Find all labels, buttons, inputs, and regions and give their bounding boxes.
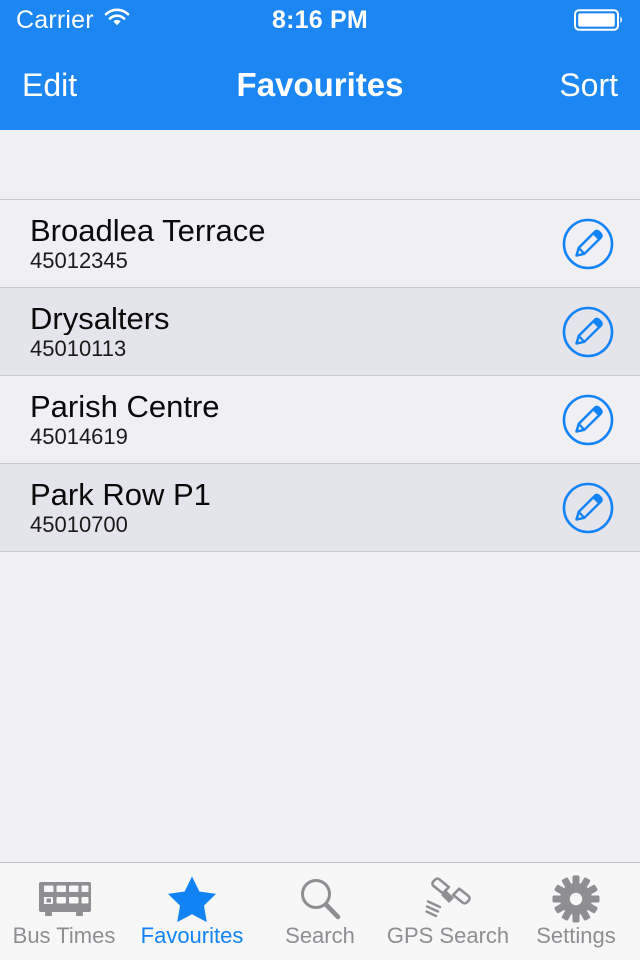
tab-favourites[interactable]: Favourites: [128, 863, 256, 960]
tab-label: GPS Search: [386, 923, 510, 948]
table-row[interactable]: Broadlea Terrace 45012345: [0, 200, 640, 288]
table-row[interactable]: Park Row P1 45010700: [0, 464, 640, 552]
edit-pencil-circle-icon[interactable]: [562, 306, 614, 358]
edit-pencil-circle-icon[interactable]: [562, 482, 614, 534]
carrier-label: Carrier: [16, 5, 94, 34]
star-icon: [167, 876, 217, 923]
tab-label: Search: [285, 923, 355, 948]
tab-search[interactable]: Search: [256, 863, 384, 960]
table-row[interactable]: Parish Centre 45014619: [0, 376, 640, 464]
page-title: Favourites: [236, 66, 404, 103]
edit-pencil-circle-icon[interactable]: [562, 394, 614, 446]
favourites-list[interactable]: Broadlea Terrace 45012345 Drysalters 450101…: [0, 200, 640, 552]
favourite-name: Broadlea Terrace: [30, 213, 266, 248]
favourite-stop-code: 45014619: [30, 424, 128, 450]
app-root: Carrier 8:16 PM Edit Favourites Sort Bro…: [0, 0, 640, 960]
tab-label: Settings: [536, 923, 616, 948]
status-bar-left: Carrier: [16, 5, 130, 34]
sort-button[interactable]: Sort: [559, 69, 618, 101]
tab-label: Favourites: [140, 923, 244, 948]
row-text-group: Broadlea Terrace 45012345: [30, 214, 562, 274]
favourite-name: Drysalters: [30, 301, 170, 336]
tab-gps-search[interactable]: GPS Search: [384, 863, 512, 960]
row-text-group: Parish Centre 45014619: [30, 390, 562, 450]
favourite-name: Parish Centre: [30, 389, 220, 424]
favourite-name: Park Row P1: [30, 477, 211, 512]
wifi-icon: [104, 8, 130, 32]
tab-label: Bus Times: [12, 923, 116, 948]
tab-bar: Bus Times Favourites Search GPS Search Setti…: [0, 862, 640, 960]
satellite-icon: [422, 876, 474, 922]
navigation-bar: Edit Favourites Sort: [0, 40, 640, 130]
list-header-spacer: [0, 130, 640, 200]
tab-bus-times[interactable]: Bus Times: [0, 863, 128, 960]
magnifier-icon: [297, 876, 343, 922]
favourite-stop-code: 45012345: [30, 248, 128, 274]
favourite-stop-code: 45010113: [30, 336, 127, 362]
edit-pencil-circle-icon[interactable]: [562, 218, 614, 270]
status-bar: Carrier 8:16 PM: [0, 0, 640, 40]
gear-icon: [552, 875, 600, 923]
edit-button[interactable]: Edit: [22, 69, 77, 101]
tab-settings[interactable]: Settings: [512, 863, 640, 960]
row-text-group: Drysalters 45010113: [30, 302, 562, 362]
row-text-group: Park Row P1 45010700: [30, 478, 562, 538]
favourite-stop-code: 45010700: [30, 512, 128, 538]
content-area: Broadlea Terrace 45012345 Drysalters 450101…: [0, 130, 640, 862]
battery-icon: [574, 9, 624, 31]
table-row[interactable]: Drysalters 45010113: [0, 288, 640, 376]
bus-icon: [35, 876, 93, 922]
